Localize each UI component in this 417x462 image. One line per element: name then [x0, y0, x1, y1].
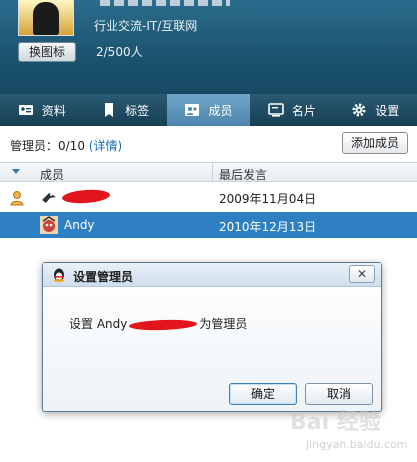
- dialog-titlebar: 设置管理员 ✕: [43, 263, 381, 287]
- table-row[interactable]: Andy 2010年12月13日: [0, 212, 417, 238]
- admin-detail-link[interactable]: (详情): [89, 139, 122, 153]
- redacted-name: [129, 318, 198, 331]
- dialog-message: 设置 Andy 为管理员: [69, 315, 247, 332]
- group-category: 行业交流-IT/互联网: [94, 19, 198, 33]
- redacted-name: [61, 188, 111, 205]
- column-member[interactable]: 成员: [40, 166, 64, 183]
- tab-tags[interactable]: 标签: [83, 94, 166, 126]
- group-name-obscured: [100, 0, 230, 6]
- admin-count: 管理员：0/10 (详情): [10, 137, 122, 154]
- avatar: [40, 188, 58, 206]
- close-icon[interactable]: ✕: [349, 265, 375, 283]
- cancel-button[interactable]: 取消: [305, 383, 373, 405]
- tab-card[interactable]: 名片: [250, 94, 333, 126]
- add-member-button[interactable]: 添加成员: [342, 132, 408, 154]
- owner-icon: [10, 191, 24, 206]
- baidu-watermark: Bai 经验: [290, 410, 381, 435]
- avatar: [40, 216, 58, 234]
- group-header: 行业交流-IT/互联网 换图标 2/500人: [0, 0, 417, 94]
- table-row[interactable]: 2009年11月04日: [0, 184, 417, 210]
- tab-bar: 资料 标签 成员 名片 设置: [0, 94, 417, 126]
- watermark-url: jingyan.baidu.com: [306, 438, 408, 451]
- tab-members[interactable]: 成员: [166, 94, 251, 126]
- group-avatar[interactable]: [18, 0, 74, 36]
- member-count: 2/500人: [96, 45, 143, 59]
- tab-settings[interactable]: 设置: [334, 94, 417, 126]
- message-suffix: 为管理员: [199, 317, 248, 331]
- admin-count-label: 管理员：0/10: [10, 139, 85, 153]
- tab-label: 资料: [41, 103, 66, 118]
- last-speak-date: 2010年12月13日: [219, 220, 317, 234]
- admin-bar: 管理员：0/10 (详情) 添加成员: [0, 126, 417, 162]
- column-divider: [212, 163, 213, 181]
- qq-penguin-icon: [54, 268, 64, 283]
- last-speak-date: 2009年11月04日: [219, 192, 317, 206]
- tab-label: 成员: [208, 103, 233, 118]
- id-card-icon: [18, 105, 33, 115]
- tab-label: 设置: [375, 103, 400, 118]
- tab-label: 名片: [291, 103, 316, 118]
- ok-button[interactable]: 确定: [229, 383, 297, 405]
- tab-label: 标签: [125, 103, 150, 118]
- dialog-title: 设置管理员: [73, 270, 134, 284]
- gear-icon: [352, 103, 366, 117]
- member-name: Andy: [64, 218, 95, 232]
- members-icon: [185, 104, 200, 116]
- card-icon: [268, 103, 284, 117]
- member-table-header: 成员 最后发言: [0, 162, 417, 182]
- message-prefix: 设置 Andy: [69, 317, 128, 331]
- change-avatar-button[interactable]: 换图标: [18, 42, 76, 62]
- set-admin-dialog: 设置管理员 ✕ 设置 Andy 为管理员 确定 取消: [42, 262, 382, 412]
- tab-profile[interactable]: 资料: [0, 94, 83, 126]
- bookmark-icon: [105, 103, 114, 117]
- sort-arrow-icon[interactable]: [12, 169, 20, 174]
- column-last-speak[interactable]: 最后发言: [219, 166, 267, 183]
